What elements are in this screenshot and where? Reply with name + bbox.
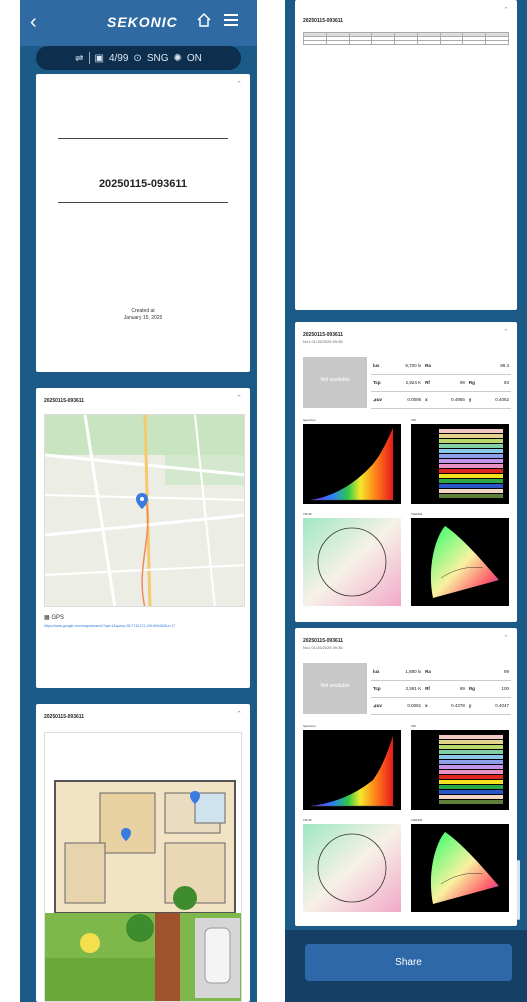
cri-label: CRI xyxy=(411,418,417,422)
left-pane: ‹ SEKONIC ⇌ ▣ 4/99 ⊙ SNG ✺ ON ⌃ 20250115… xyxy=(20,0,257,1002)
status-bar: ⇌ ▣ 4/99 ⊙ SNG ✺ ON xyxy=(36,46,241,70)
collapse-icon[interactable]: ⌃ xyxy=(503,634,509,642)
page-title: 20250115-093611 xyxy=(98,178,188,190)
memory-icon: ▣ xyxy=(94,52,104,64)
title-page-card: ⌃ 20250115-093611 Created at January 15,… xyxy=(36,74,250,372)
cri-graph xyxy=(411,730,509,810)
share-button[interactable]: Share xyxy=(305,944,512,981)
usb-icon: ⇌ xyxy=(75,52,84,64)
map-link[interactable]: https://www.google.com/maps/search/?api=… xyxy=(44,624,175,628)
page-title: 20250115-093611 xyxy=(303,18,344,24)
cie-graph xyxy=(411,518,509,606)
floorplan-image xyxy=(44,732,242,1002)
divider xyxy=(58,138,228,139)
report-page-card: ⌃ 20250115-093611 xyxy=(295,0,517,310)
tm30-graph xyxy=(303,824,401,912)
spectrum-label: Spectrum xyxy=(303,418,316,422)
photo-thumbnail: Not available xyxy=(303,663,367,714)
cri-graph xyxy=(411,424,509,504)
collapse-icon[interactable]: ⌃ xyxy=(503,6,509,14)
measurement-title: 20250115-093611 xyxy=(303,332,344,338)
memory-count: 4/99 xyxy=(108,52,129,64)
collapse-icon[interactable]: ⌃ xyxy=(503,328,509,336)
page-title: 20250115-093611 xyxy=(44,714,85,720)
spectrum-graph xyxy=(303,730,401,810)
created-date: January 15, 2025 xyxy=(123,315,163,321)
tm30-label: TM-30 xyxy=(303,512,312,516)
right-pane: ⌃ 20250115-093611 ⌃ 20250115-093611 No1 … xyxy=(285,0,527,1002)
mode-label: SNG xyxy=(146,52,169,64)
mode-icon: ⊙ xyxy=(133,52,142,64)
divider xyxy=(58,202,228,203)
report-table xyxy=(303,32,509,45)
floorplan-page-card: ⌃ 20250115-093611 xyxy=(36,704,250,1002)
measurement-values: lux 9,700 lx Ra 99.3 Tcp 2,824 K Rf 99 Rg 83 ⊿uv… xyxy=(371,357,511,409)
scrollbar[interactable] xyxy=(517,860,520,920)
cie-label: CIE1931 xyxy=(411,512,423,516)
cie-graph xyxy=(411,824,509,912)
collapse-icon[interactable]: ⌃ xyxy=(236,394,242,402)
measurement-subtitle: No1 01/15/2025 09:36 xyxy=(303,339,343,344)
state-label: ON xyxy=(186,52,202,64)
cie-label: CIE1931 xyxy=(411,818,423,822)
measurement-card-2: ⌃ 20250115-093611 No1 01/15/2025 09:36 N… xyxy=(295,628,517,926)
light-icon: ✺ xyxy=(173,52,182,64)
measurement-card-1: ⌃ 20250115-093611 No1 01/15/2025 09:36 N… xyxy=(295,322,517,622)
home-icon[interactable] xyxy=(196,12,212,28)
brand-logo: SEKONIC xyxy=(107,14,178,30)
back-button[interactable]: ‹ xyxy=(30,12,37,32)
map-page-card: ⌃ 20250115-093611 ▦ GPS https://www.goog… xyxy=(36,388,250,688)
spectrum-graph xyxy=(303,424,401,504)
measurement-subtitle: No1 01/15/2025 09:36 xyxy=(303,645,343,650)
spectrum-label: Spectrum xyxy=(303,724,316,728)
map-image xyxy=(44,414,245,607)
gps-label: ▦ GPS xyxy=(44,615,65,621)
tm30-label: TM-30 xyxy=(303,818,312,822)
measurement-title: 20250115-093611 xyxy=(303,638,344,644)
collapse-icon[interactable]: ⌃ xyxy=(236,710,242,718)
page-title: 20250115-093611 xyxy=(44,398,85,404)
measurement-values: lux 1,880 lx Ra 99 Tcp 2,591 K Rf 99 Rg 100 ⊿uv 0… xyxy=(371,663,511,715)
photo-thumbnail: Not available xyxy=(303,357,367,408)
tm30-graph xyxy=(303,518,401,606)
top-navbar: ‹ SEKONIC xyxy=(20,0,257,46)
collapse-icon[interactable]: ⌃ xyxy=(236,80,242,88)
divider xyxy=(88,52,90,64)
menu-icon[interactable] xyxy=(224,14,238,26)
cri-label: CRI xyxy=(411,724,417,728)
created-label: Created at xyxy=(131,308,155,314)
